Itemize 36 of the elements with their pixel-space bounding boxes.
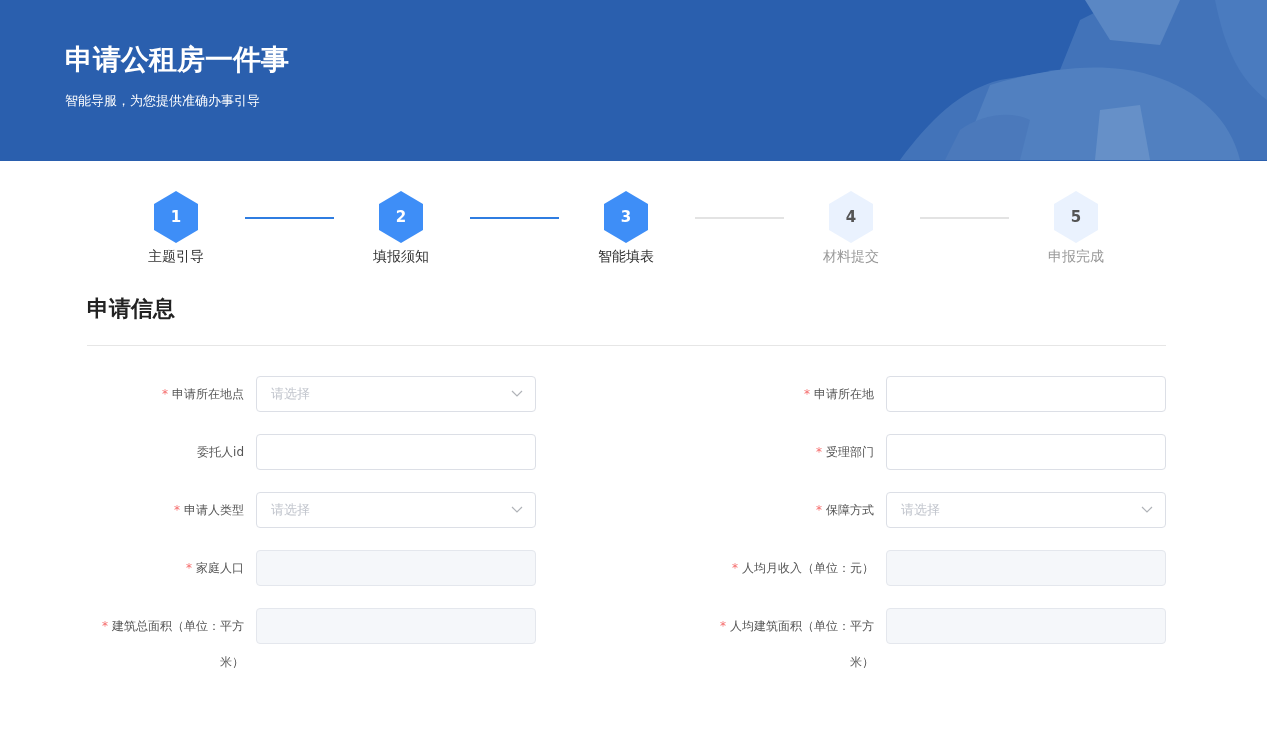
step-number: 2 (395, 208, 407, 226)
field-label: * 受理部门 (816, 445, 874, 459)
input-field[interactable] (256, 550, 536, 586)
section-title: 申请信息 (87, 295, 176, 323)
field-label: * 申请人类型 (174, 503, 244, 517)
step-label: 填报须知 (373, 248, 429, 266)
input-field[interactable] (886, 434, 1166, 470)
step-label: 材料提交 (823, 248, 879, 266)
field-label: 委托人id (197, 445, 244, 459)
field-label: * 建筑总面积（单位：平方米） (102, 619, 244, 669)
step-label: 智能填表 (598, 248, 654, 266)
step-label: 主题引导 (148, 248, 204, 266)
chevron-down-icon (511, 390, 523, 398)
field-label: * 申请所在地 (804, 387, 874, 401)
field-label: * 家庭人口 (186, 561, 244, 575)
step-number: 4 (845, 208, 857, 226)
step-number: 5 (1070, 208, 1082, 226)
input-field[interactable] (886, 608, 1166, 644)
field-label: * 申请所在地点 (162, 387, 244, 401)
select-field[interactable]: 请选择 (256, 492, 536, 528)
field-label: * 人均月收入（单位：元） (732, 561, 874, 575)
step-label: 申报完成 (1048, 248, 1104, 266)
chevron-down-icon (1141, 506, 1153, 514)
page-title: 申请公租房一件事 (65, 42, 290, 78)
field-label: * 人均建筑面积（单位：平方米） (720, 619, 874, 669)
input-field[interactable] (256, 608, 536, 644)
select-field[interactable]: 请选择 (256, 376, 536, 412)
chevron-down-icon (511, 506, 523, 514)
step-number: 1 (170, 208, 182, 226)
select-field[interactable]: 请选择 (886, 492, 1166, 528)
field-label: * 保障方式 (816, 503, 874, 517)
input-field[interactable] (256, 434, 536, 470)
step-number: 3 (620, 208, 632, 226)
input-field[interactable] (886, 376, 1166, 412)
input-field[interactable] (886, 550, 1166, 586)
page-subtitle: 智能导服，为您提供准确办事引导 (65, 92, 261, 110)
